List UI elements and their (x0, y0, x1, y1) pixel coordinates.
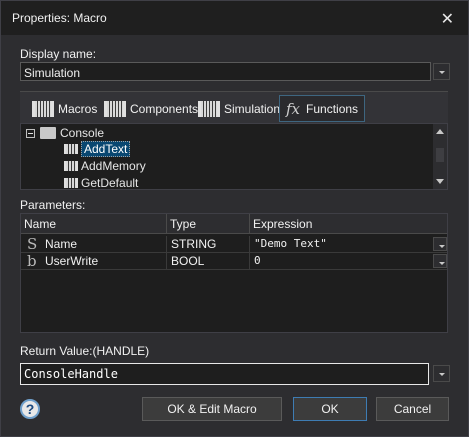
tree-item-label: AddText (81, 141, 131, 157)
scroll-down-icon[interactable] (436, 179, 444, 184)
param-name: Name (45, 237, 78, 251)
grid-header: Name Type Expression (21, 214, 447, 234)
table-row[interactable]: b UserWrite BOOL 0 (21, 253, 447, 270)
bars-icon (198, 100, 220, 117)
scroll-up-icon[interactable] (436, 129, 444, 134)
tab-label: Components (130, 101, 199, 116)
display-name-dropdown-button[interactable] (433, 63, 450, 80)
help-icon[interactable]: ? (20, 399, 40, 419)
collapse-icon[interactable] (26, 128, 35, 138)
tree-item-addmemory[interactable]: AddMemory (64, 158, 146, 174)
bars-icon (32, 100, 54, 117)
bars-icon (104, 100, 126, 117)
function-tree[interactable]: Console AddText AddMemory GetDefault (20, 123, 448, 190)
ok-edit-macro-button[interactable]: OK & Edit Macro (142, 397, 282, 421)
display-name-value: Simulation (24, 66, 81, 80)
macro-properties-dialog: Properties: Macro ✕ Display name: Simula… (0, 0, 469, 437)
tree-item-label: AddMemory (81, 159, 146, 173)
param-type: BOOL (167, 253, 250, 270)
tree-scrollbar[interactable] (433, 124, 447, 189)
parameters-label: Parameters: (20, 198, 86, 212)
tab-components[interactable]: Components (104, 95, 198, 122)
bool-type-icon: b (27, 252, 37, 270)
tab-label: Simulation (224, 101, 281, 116)
tree-item-getdefault[interactable]: GetDefault (64, 175, 139, 190)
bars-icon (64, 144, 78, 154)
title-bar: Properties: Macro ✕ (1, 1, 468, 35)
tab-simulation[interactable]: Simulation (198, 95, 280, 122)
column-header-name[interactable]: Name (21, 214, 167, 234)
param-expression[interactable]: "Demo Text" (250, 236, 447, 253)
return-value-text: ConsoleHandle (24, 367, 118, 381)
bars-icon (64, 161, 78, 171)
tree-node-label: Console (60, 126, 105, 140)
display-name-label: Display name: (20, 47, 97, 61)
expression-dropdown-button[interactable] (433, 254, 447, 268)
close-icon[interactable]: ✕ (441, 9, 454, 29)
tab-functions[interactable]: fx Functions (279, 95, 366, 122)
fx-icon: fx (286, 99, 301, 118)
tree-node-console[interactable]: Console (26, 125, 104, 141)
param-name-cell: S Name (21, 236, 167, 253)
display-name-input[interactable]: Simulation (20, 62, 431, 81)
tab-macros[interactable]: Macros (32, 95, 97, 122)
ok-button[interactable]: OK (293, 397, 367, 421)
column-header-expression[interactable]: Expression (250, 214, 447, 234)
scroll-thumb[interactable] (436, 148, 444, 162)
tab-bar: Macros Components Simulation fx Function… (20, 91, 448, 123)
table-row[interactable]: S Name STRING "Demo Text" (21, 236, 447, 253)
return-value-input[interactable]: ConsoleHandle (20, 363, 429, 385)
folder-icon (40, 127, 56, 139)
tree-item-label: GetDefault (81, 176, 139, 190)
param-name: UserWrite (45, 254, 99, 268)
bars-icon (64, 178, 78, 188)
parameters-grid: Name Type Expression S Name STRING "Demo… (20, 213, 448, 333)
column-header-type[interactable]: Type (167, 214, 250, 234)
expression-dropdown-button[interactable] (433, 237, 447, 251)
tree-item-addtext[interactable]: AddText (64, 141, 131, 157)
cancel-button[interactable]: Cancel (376, 397, 449, 421)
param-expression[interactable]: 0 (250, 253, 447, 270)
tab-label: Macros (58, 101, 98, 116)
window-title: Properties: Macro (12, 11, 107, 25)
param-type: STRING (167, 236, 250, 253)
param-name-cell: b UserWrite (21, 253, 167, 270)
return-value-dropdown-button[interactable] (433, 365, 450, 382)
string-type-icon: S (27, 235, 38, 253)
tab-label: Functions (306, 101, 359, 116)
return-value-label: Return Value:(HANDLE) (20, 344, 150, 358)
